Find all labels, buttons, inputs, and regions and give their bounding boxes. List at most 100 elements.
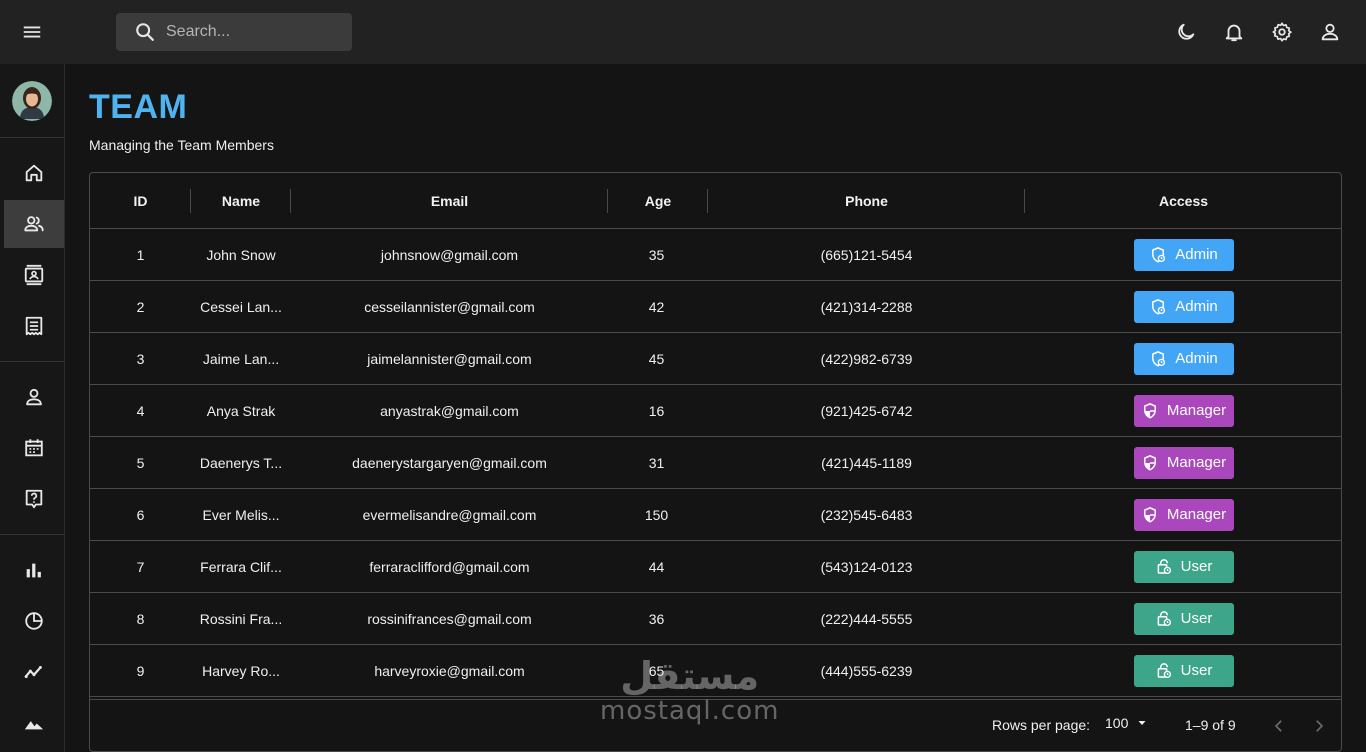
cell-name[interactable]: Cessei Lan... xyxy=(191,281,291,332)
cell-id[interactable]: 1 xyxy=(90,229,191,280)
table-row[interactable]: 9 Harvey Ro... harveyroxie@gmail.com 65 (444… xyxy=(90,645,1341,697)
table-header: ID Name Email Age Phone Access xyxy=(90,173,1341,229)
table-row[interactable]: 4 Anya Strak anyastrak@gmail.com 16 (921)425… xyxy=(90,385,1341,437)
profile-button[interactable] xyxy=(1314,16,1346,48)
notifications-button[interactable] xyxy=(1218,16,1250,48)
cell-email[interactable]: jaimelannister@gmail.com xyxy=(291,333,608,384)
cell-name[interactable]: Anya Strak xyxy=(191,385,291,436)
cell-email[interactable]: cesseilannister@gmail.com xyxy=(291,281,608,332)
cell-email[interactable]: evermelisandre@gmail.com xyxy=(291,489,608,540)
column-header-id[interactable]: ID xyxy=(90,173,191,229)
search-input[interactable] xyxy=(166,23,336,41)
sidebar-item-dashboard[interactable] xyxy=(4,149,64,197)
cell-access[interactable]: User xyxy=(1025,645,1341,696)
cell-phone[interactable]: (422)982-6739 xyxy=(708,333,1025,384)
rows-per-page-select[interactable]: 100 xyxy=(1105,715,1148,731)
cell-phone[interactable]: (665)121-5454 xyxy=(708,229,1025,280)
cell-phone[interactable]: (421)445-1189 xyxy=(708,437,1025,488)
table-row[interactable]: 1 John Snow johnsnow@gmail.com 35 (665)121-5… xyxy=(90,229,1341,281)
lock-clock-icon xyxy=(1155,662,1173,680)
cell-age[interactable]: 44 xyxy=(608,541,705,592)
cell-age[interactable]: 65 xyxy=(608,645,705,696)
cell-access[interactable]: Admin xyxy=(1025,281,1341,332)
sidebar-item-invoices[interactable] xyxy=(4,302,64,350)
table-row[interactable]: 7 Ferrara Clif... ferraraclifford@gmail.co… xyxy=(90,541,1341,593)
cell-phone[interactable]: (421)314-2288 xyxy=(708,281,1025,332)
menu-button[interactable] xyxy=(16,16,48,48)
cell-name[interactable]: John Snow xyxy=(191,229,291,280)
cell-age[interactable]: 150 xyxy=(608,489,705,540)
receipt-icon xyxy=(25,316,43,336)
cell-age[interactable]: 35 xyxy=(608,229,705,280)
table-row[interactable]: 6 Ever Melis... evermelisandre@gmail.com 15… xyxy=(90,489,1341,541)
cell-id[interactable]: 3 xyxy=(90,333,191,384)
column-header-name[interactable]: Name xyxy=(191,173,291,229)
previous-page-button[interactable] xyxy=(1265,712,1293,740)
cell-email[interactable]: johnsnow@gmail.com xyxy=(291,229,608,280)
cell-id[interactable]: 4 xyxy=(90,385,191,436)
cell-id[interactable]: 7 xyxy=(90,541,191,592)
table-row[interactable]: 5 Daenerys T... daenerystargaryen@gmail.co… xyxy=(90,437,1341,489)
cell-phone[interactable]: (543)124-0123 xyxy=(708,541,1025,592)
cell-age[interactable]: 36 xyxy=(608,593,705,644)
cell-name[interactable]: Jaime Lan... xyxy=(191,333,291,384)
table-row[interactable]: 3 Jaime Lan... jaimelannister@gmail.com 45(… xyxy=(90,333,1341,385)
cell-email[interactable]: rossinifrances@gmail.com xyxy=(291,593,608,644)
settings-button[interactable] xyxy=(1266,16,1298,48)
cell-id[interactable]: 9 xyxy=(90,645,191,696)
table-row[interactable]: 2 Cessei Lan... cesseilannister@gmail.com 4… xyxy=(90,281,1341,333)
cell-age[interactable]: 16 xyxy=(608,385,705,436)
next-page-button[interactable] xyxy=(1305,712,1333,740)
sidebar-item-profile-form[interactable] xyxy=(4,373,64,421)
cell-email[interactable]: ferraraclifford@gmail.com xyxy=(291,541,608,592)
avatar[interactable] xyxy=(12,81,52,121)
cell-email[interactable]: harveyroxie@gmail.com xyxy=(291,645,608,696)
page-title: TEAM xyxy=(89,88,188,126)
sidebar-item-geography[interactable] xyxy=(4,699,64,747)
sidebar-item-pie-chart[interactable] xyxy=(4,597,64,645)
sidebar-item-faq[interactable] xyxy=(4,475,64,523)
cell-phone[interactable]: (232)545-6483 xyxy=(708,489,1025,540)
table-row[interactable]: 8 Rossini Fra... rossinifrances@gmail.com 3… xyxy=(90,593,1341,645)
cell-phone[interactable]: (444)555-6239 xyxy=(708,645,1025,696)
cell-name[interactable]: Daenerys T... xyxy=(191,437,291,488)
cell-access[interactable]: User xyxy=(1025,593,1341,644)
cell-phone[interactable]: (921)425-6742 xyxy=(708,385,1025,436)
cell-name[interactable]: Ferrara Clif... xyxy=(191,541,291,592)
cell-name[interactable]: Ever Melis... xyxy=(191,489,291,540)
access-label: Manager xyxy=(1166,506,1227,523)
column-header-email[interactable]: Email xyxy=(291,173,608,229)
cell-name[interactable]: Rossini Fra... xyxy=(191,593,291,644)
cell-id[interactable]: 2 xyxy=(90,281,191,332)
column-header-age[interactable]: Age xyxy=(608,173,708,229)
cell-id[interactable]: 8 xyxy=(90,593,191,644)
top-bar xyxy=(0,0,1366,64)
sidebar-item-contacts[interactable] xyxy=(4,251,64,299)
sidebar-item-line-chart[interactable] xyxy=(4,648,64,696)
cell-access[interactable]: Admin xyxy=(1025,229,1341,280)
sidebar-item-calendar[interactable] xyxy=(4,424,64,472)
cell-name[interactable]: Harvey Ro... xyxy=(191,645,291,696)
column-header-access[interactable]: Access xyxy=(1025,173,1341,229)
cell-id[interactable]: 5 xyxy=(90,437,191,488)
sidebar-item-bar-chart[interactable] xyxy=(4,546,64,594)
cell-email[interactable]: daenerystargaryen@gmail.com xyxy=(291,437,608,488)
cell-access[interactable]: Manager xyxy=(1025,489,1341,540)
cell-access[interactable]: Manager xyxy=(1025,437,1341,488)
cell-email[interactable]: anyastrak@gmail.com xyxy=(291,385,608,436)
cell-access[interactable]: Manager xyxy=(1025,385,1341,436)
access-label: Admin xyxy=(1175,246,1218,263)
cell-age[interactable]: 31 xyxy=(608,437,705,488)
cell-age[interactable]: 45 xyxy=(608,333,705,384)
cell-access[interactable]: User xyxy=(1025,541,1341,592)
search-box[interactable] xyxy=(116,13,352,51)
cell-id[interactable]: 6 xyxy=(90,489,191,540)
access-label: User xyxy=(1180,558,1213,575)
people-icon xyxy=(24,216,44,232)
cell-phone[interactable]: (222)444-5555 xyxy=(708,593,1025,644)
cell-age[interactable]: 42 xyxy=(608,281,705,332)
column-header-phone[interactable]: Phone xyxy=(708,173,1025,229)
cell-access[interactable]: Admin xyxy=(1025,333,1341,384)
sidebar-item-team[interactable] xyxy=(4,200,64,248)
dark-mode-button[interactable] xyxy=(1170,16,1202,48)
